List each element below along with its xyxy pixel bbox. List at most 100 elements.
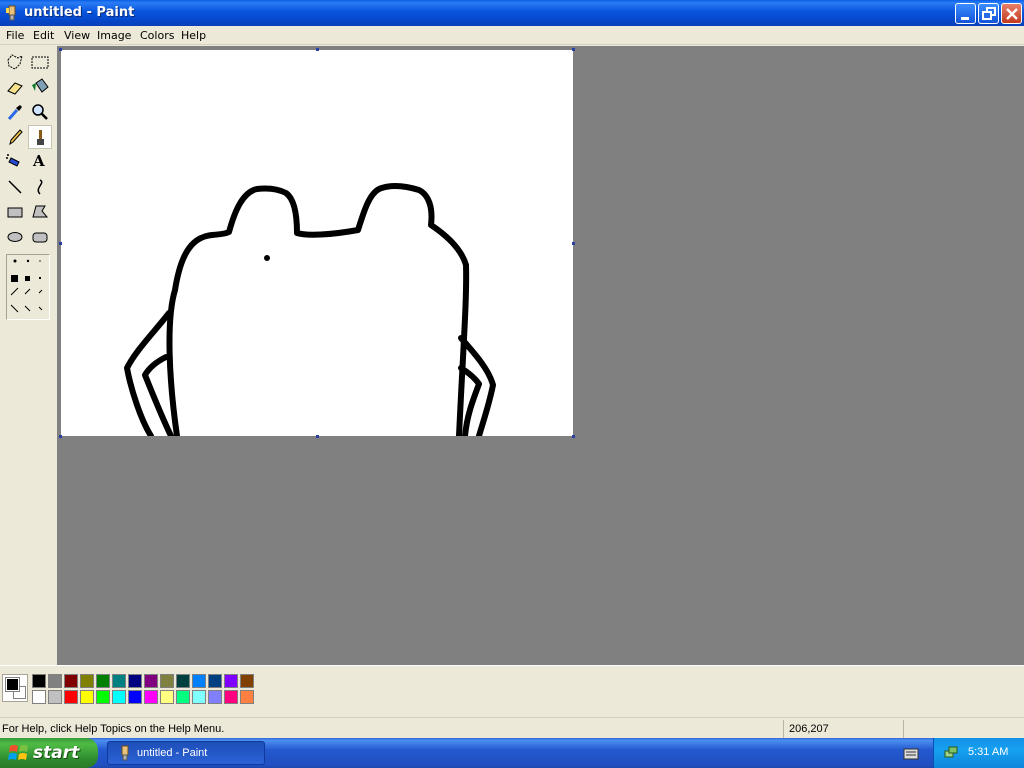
status-bar: For Help, click Help Topics on the Help … bbox=[0, 717, 1024, 739]
resize-handle-right[interactable] bbox=[572, 242, 575, 245]
curve-icon bbox=[37, 179, 43, 195]
menu-bar: File Edit View Image Colors Help bbox=[0, 26, 1024, 45]
rectangle-icon bbox=[7, 207, 23, 218]
menu-file[interactable]: File bbox=[3, 28, 27, 43]
polygon-tool[interactable] bbox=[28, 200, 52, 224]
color-swatch[interactable] bbox=[192, 690, 206, 704]
pencil-tool[interactable] bbox=[3, 125, 27, 149]
resize-handle bbox=[316, 48, 319, 51]
menu-colors[interactable]: Colors bbox=[137, 28, 177, 43]
resize-handle bbox=[59, 435, 62, 438]
airbrush-icon bbox=[6, 154, 20, 167]
color-swatch[interactable] bbox=[240, 674, 254, 688]
drawing-canvas[interactable] bbox=[61, 50, 573, 436]
system-tray: 5:31 AM bbox=[933, 738, 1024, 768]
magnifier-tool[interactable] bbox=[28, 100, 52, 124]
resize-handle bbox=[572, 48, 575, 51]
rounded-rectangle-tool[interactable] bbox=[28, 225, 52, 249]
close-button[interactable] bbox=[1001, 3, 1022, 24]
line-tool[interactable] bbox=[3, 175, 27, 199]
pick-color-tool[interactable] bbox=[3, 100, 27, 124]
color-swatch[interactable] bbox=[128, 690, 142, 704]
color-palette bbox=[0, 665, 1024, 713]
color-swatch[interactable] bbox=[160, 690, 174, 704]
rectangle-tool[interactable] bbox=[3, 200, 27, 224]
color-swatch[interactable] bbox=[112, 674, 126, 688]
resize-handle-bottom[interactable] bbox=[316, 435, 319, 438]
color-swatch[interactable] bbox=[64, 690, 78, 704]
resize-handle-corner[interactable] bbox=[572, 435, 575, 438]
network-icon[interactable] bbox=[943, 745, 959, 761]
resize-handle bbox=[59, 48, 62, 51]
color-swatch[interactable] bbox=[224, 674, 238, 688]
color-swatch[interactable] bbox=[96, 674, 110, 688]
title-bar[interactable]: untitled - Paint bbox=[0, 0, 1024, 26]
fill-with-color-tool[interactable] bbox=[28, 75, 52, 99]
color-swatch[interactable] bbox=[176, 690, 190, 704]
menu-help[interactable]: Help bbox=[178, 28, 209, 43]
color-swatch[interactable] bbox=[176, 674, 190, 688]
brush-shapes bbox=[10, 259, 43, 313]
color-swatch[interactable] bbox=[208, 690, 222, 704]
current-colors[interactable] bbox=[2, 674, 28, 702]
status-divider bbox=[903, 720, 904, 738]
close-icon bbox=[1006, 8, 1018, 20]
select-tool[interactable] bbox=[28, 50, 52, 74]
start-button[interactable]: start bbox=[0, 738, 98, 768]
eraser-tool[interactable] bbox=[3, 75, 27, 99]
brush-tool[interactable] bbox=[28, 125, 52, 149]
color-swatch[interactable] bbox=[208, 674, 222, 688]
color-swatch[interactable] bbox=[192, 674, 206, 688]
rounded-rectangle-icon bbox=[32, 232, 48, 243]
color-swatch[interactable] bbox=[48, 674, 62, 688]
menu-edit[interactable]: Edit bbox=[30, 28, 57, 43]
select-icon bbox=[31, 56, 49, 69]
restore-button[interactable] bbox=[978, 3, 999, 24]
toolbox: A bbox=[0, 46, 57, 665]
paint-app-icon bbox=[121, 745, 129, 761]
start-label: start bbox=[33, 743, 80, 763]
curve-tool[interactable] bbox=[28, 175, 52, 199]
eraser-icon bbox=[7, 82, 23, 95]
foreground-color bbox=[5, 677, 20, 692]
line-icon bbox=[8, 180, 22, 194]
status-divider bbox=[783, 720, 784, 738]
status-help-text: For Help, click Help Topics on the Help … bbox=[2, 723, 225, 735]
taskbar-paint-label: untitled - Paint bbox=[137, 747, 208, 759]
color-swatch[interactable] bbox=[64, 674, 78, 688]
taskbar-paint-button[interactable]: untitled - Paint bbox=[107, 741, 265, 765]
color-swatch[interactable] bbox=[32, 690, 46, 704]
paint-app-icon[interactable] bbox=[4, 5, 20, 21]
color-swatch[interactable] bbox=[144, 674, 158, 688]
restore-icon bbox=[982, 7, 996, 20]
brush-icon bbox=[37, 130, 44, 145]
color-swatch[interactable] bbox=[80, 674, 94, 688]
color-swatch[interactable] bbox=[112, 690, 126, 704]
color-swatch[interactable] bbox=[80, 690, 94, 704]
menu-image[interactable]: Image bbox=[94, 28, 134, 43]
text-tool[interactable]: A bbox=[28, 150, 52, 174]
free-form-select-tool[interactable] bbox=[3, 50, 27, 74]
cursor-coordinates: 206,207 bbox=[789, 723, 829, 735]
ellipse-tool[interactable] bbox=[3, 225, 27, 249]
airbrush-tool[interactable] bbox=[3, 150, 27, 174]
brush-shape-options[interactable] bbox=[6, 254, 50, 320]
color-swatch[interactable] bbox=[48, 690, 62, 704]
ellipse-icon bbox=[7, 232, 23, 242]
free-form-select-icon bbox=[7, 54, 23, 70]
minimize-icon bbox=[961, 17, 969, 20]
keyboard-icon[interactable] bbox=[903, 747, 919, 761]
clock[interactable]: 5:31 AM bbox=[968, 746, 1008, 758]
minimize-button[interactable] bbox=[955, 3, 976, 24]
color-swatch[interactable] bbox=[128, 674, 142, 688]
frog-drawing bbox=[124, 183, 496, 436]
color-swatch[interactable] bbox=[240, 690, 254, 704]
color-swatch[interactable] bbox=[96, 690, 110, 704]
color-swatch[interactable] bbox=[224, 690, 238, 704]
color-swatch[interactable] bbox=[160, 674, 174, 688]
color-swatch[interactable] bbox=[144, 690, 158, 704]
magnifier-icon bbox=[32, 104, 48, 120]
windows-logo-icon bbox=[8, 745, 28, 760]
menu-view[interactable]: View bbox=[61, 28, 93, 43]
color-swatch[interactable] bbox=[32, 674, 46, 688]
